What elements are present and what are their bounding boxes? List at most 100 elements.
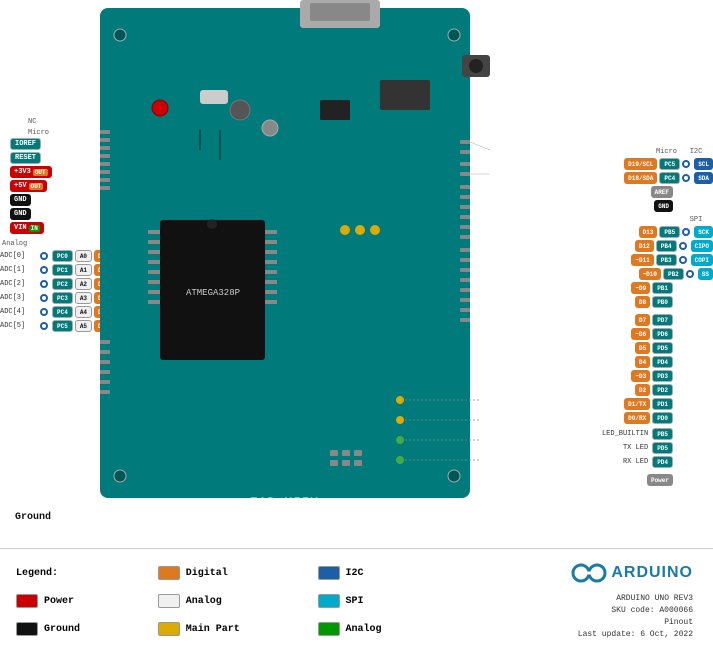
rpin-gnd (460, 172, 470, 176)
adc3-a: A3 (75, 292, 92, 304)
i2c-swatch (318, 566, 340, 580)
top-view-text: TOP VIEW (251, 497, 320, 509)
pd0-pill: PD0 (652, 412, 673, 424)
aref-row: AREF (651, 186, 713, 198)
sku-line: SKU code: A000066 (578, 605, 693, 617)
ground-label-bottom: Ground (15, 512, 51, 523)
reset-button (152, 100, 168, 116)
adc1-label: ADC[1] (0, 266, 38, 274)
d13-pill: D13 (639, 226, 658, 238)
rpin-d4 (460, 278, 470, 282)
pb3-pill: PB3 (656, 254, 677, 266)
model-line: ARDUINO UNO REV3 (578, 593, 693, 605)
adc0-micro: PC0 (52, 250, 73, 262)
adc5-d: D19 (94, 320, 113, 332)
chip-text: ATMEGA328P (186, 288, 240, 298)
v33-pill: +3V3 OUT (10, 166, 52, 178)
mount-hole-tr (448, 29, 460, 41)
rpin-d2 (460, 298, 470, 302)
d13-dot (682, 228, 690, 236)
analog-green-swatch (318, 622, 340, 636)
lpin-a1 (100, 350, 110, 354)
ioref-pill: IOREF (10, 138, 41, 150)
d3-pill: ~D3 (631, 370, 650, 382)
led-builtin-label: LED_BUILTIN (602, 430, 648, 438)
rpin-d6 (460, 258, 470, 262)
legend-analog-white: Analog (158, 594, 298, 608)
pd4-led-pill: PD4 (652, 456, 673, 468)
d0-pill: D0/RX (624, 412, 650, 424)
legend-ground: Ground (16, 622, 138, 636)
adc0-d: D14 (94, 250, 113, 262)
chip-pin-r4 (265, 260, 277, 264)
scl-pill: SCL (694, 158, 713, 170)
adc0-a: A0 (75, 250, 92, 262)
analog-green-label: Analog (346, 624, 382, 635)
pb2-pill: PB2 (663, 268, 684, 280)
rpin-d19 (460, 140, 470, 144)
adc1-dot (40, 266, 48, 274)
legend-grid: Legend: Digital I2C Power Analog (12, 557, 521, 645)
chip-pin-l3 (148, 250, 160, 254)
legend-i2c: I2C (318, 566, 440, 580)
chip-pin-r7 (265, 290, 277, 294)
legend-right: ARDUINO ARDUINO UNO REV3 SKU code: A0000… (521, 557, 701, 645)
cipo-pill: CIPO (691, 240, 713, 252)
d4-pill: D4 (635, 356, 650, 368)
rpin-d5 (460, 268, 470, 272)
pd7-pill: PD7 (652, 314, 673, 326)
sck-pill: SCK (694, 226, 713, 238)
adc0-dot (40, 252, 48, 260)
rpin-aref (460, 162, 470, 166)
v5-pill: +5V OUT (10, 180, 47, 192)
lpin-a4 (100, 380, 110, 384)
vin-pill: VIN IN (10, 222, 44, 234)
rpin-d9 (460, 225, 470, 229)
legend-digital: Digital (158, 566, 298, 580)
pb4-pill: PB4 (656, 240, 677, 252)
usb-connector (300, 0, 380, 28)
adc5-a: A5 (75, 320, 92, 332)
rpin-d0 (460, 318, 470, 322)
adc5-label: ADC[5] (0, 322, 38, 330)
legend-main-part: Main Part (158, 622, 298, 636)
i2c-label-legend: I2C (346, 568, 364, 579)
icsp-4 (330, 460, 338, 466)
chip-pin-l7 (148, 290, 160, 294)
gnd-right-pill: GND (654, 200, 673, 212)
adc1-row: ADC[1] PC1 A1 D15 (0, 264, 113, 276)
legend-section: Legend: Digital I2C Power Analog (0, 548, 713, 653)
rpin-d11 (460, 205, 470, 209)
gnd2-pill: GND (10, 208, 31, 220)
d19-row: D19/SCL PC5 SCL (624, 158, 713, 170)
main-part-swatch (158, 622, 180, 636)
cap2 (262, 120, 278, 136)
d9-row: ~D9 PB1 (631, 282, 713, 294)
adc3-row: ADC[3] PC3 A3 D17 (0, 292, 113, 304)
d11-row: ~D11 PB3 COPI (631, 254, 713, 266)
adc2-d: D16 (94, 278, 113, 290)
adc4-label: ADC[4] (0, 308, 38, 316)
d3-row: ~D3 PD3 (631, 370, 713, 382)
tx-led-label: TX LED (623, 444, 648, 452)
chip-pin-r5 (265, 270, 277, 274)
d0-row: D0/RX PD0 (624, 412, 713, 424)
led-builtin-dot (396, 396, 404, 404)
d9-pill: ~D9 (631, 282, 650, 294)
ss-pill: SS (698, 268, 713, 280)
board-section: NC Micro IOREF RESET +3V3 OUT (0, 0, 713, 548)
adc4-dot (40, 308, 48, 316)
adc4-micro: PC4 (52, 306, 73, 318)
aref-pill: AREF (651, 186, 673, 198)
legend-spi: SPI (318, 594, 440, 608)
pd2-pill: PD2 (652, 384, 673, 396)
ground-swatch (16, 622, 38, 636)
analog-white-label: Analog (186, 596, 222, 607)
reset-pill: RESET (10, 152, 41, 164)
led-builtin-row: LED_BUILTIN PB5 (602, 428, 713, 440)
adc1-d: D15 (94, 264, 113, 276)
micro-label-right: Micro (617, 148, 677, 156)
pb1-pill: PB1 (652, 282, 673, 294)
led-tx-dot (396, 416, 404, 424)
arduino-info: ARDUINO UNO REV3 SKU code: A000066 Pinou… (578, 593, 693, 641)
